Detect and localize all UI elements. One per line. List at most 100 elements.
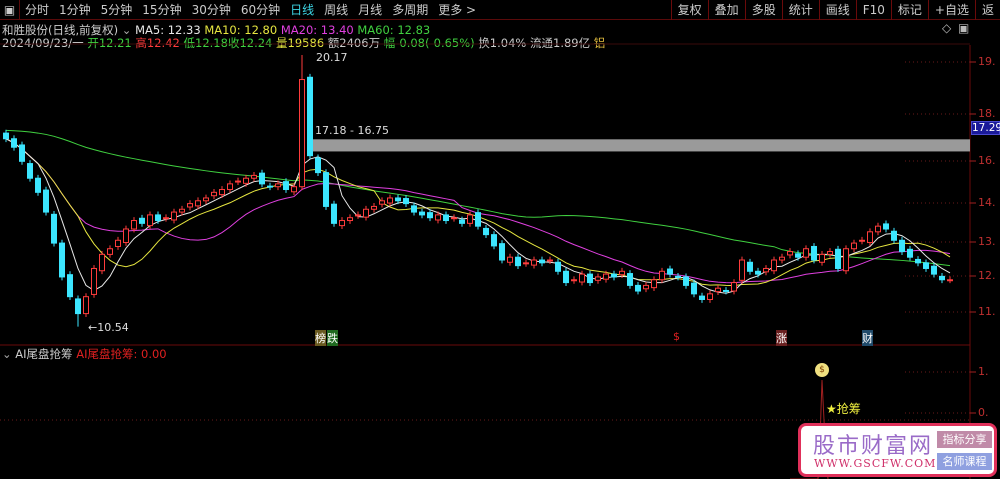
indicator-value: AI尾盘抢筹: 0.00 — [76, 347, 167, 361]
candle-body — [859, 239, 865, 242]
candle-body — [547, 259, 553, 262]
candle-body — [659, 270, 665, 281]
candle-body — [275, 183, 281, 188]
candle-body — [179, 208, 185, 213]
candle-body — [931, 265, 937, 275]
watermark-tag: 名师课程 — [937, 453, 992, 470]
candle-body — [635, 284, 641, 292]
candle-body — [43, 189, 49, 213]
candle-body — [347, 217, 353, 222]
candle-body — [763, 267, 769, 273]
candle-body — [811, 245, 817, 261]
candle-body — [947, 279, 953, 282]
candle-body — [899, 239, 905, 253]
candle-body — [499, 243, 505, 261]
candle-body — [219, 189, 225, 196]
candle-body — [867, 231, 873, 244]
candle-body — [715, 287, 721, 293]
candle-body — [83, 296, 89, 315]
candle-body — [339, 220, 345, 227]
dropdown-icon[interactable]: ⌄ — [2, 347, 12, 361]
candle-body — [835, 248, 841, 269]
candle-body — [307, 76, 313, 157]
axis-label: 14. — [978, 196, 996, 209]
indicator-header: ⌄ AI尾盘抢筹 AI尾盘抢筹: 0.00 — [2, 346, 167, 362]
candle-body — [483, 227, 489, 236]
candle-body — [475, 212, 481, 227]
candle-body — [419, 211, 425, 216]
candle-body — [195, 200, 201, 207]
candle-body — [467, 214, 473, 224]
candle-body — [115, 239, 121, 247]
candle-body — [827, 251, 833, 255]
candle-body — [291, 186, 297, 193]
candle-body — [643, 284, 649, 290]
candle-body — [451, 217, 457, 220]
candle-body — [171, 211, 177, 221]
candle-body — [555, 261, 561, 272]
candle-body — [371, 205, 377, 210]
candle-body — [595, 276, 601, 281]
candle-body — [11, 138, 17, 148]
candle-body — [667, 268, 673, 275]
candle-body — [563, 270, 569, 284]
candle-body — [299, 79, 305, 188]
candle-body — [139, 217, 145, 224]
candle-body — [403, 198, 409, 205]
candle-body — [507, 256, 513, 263]
candle-body — [843, 248, 849, 272]
marker-dollar[interactable]: $ — [673, 330, 680, 343]
candle-body — [67, 274, 73, 298]
candle-body — [35, 177, 41, 193]
candle-body — [891, 230, 897, 241]
candle-body — [395, 197, 401, 202]
marker-die[interactable]: 跌 — [327, 330, 338, 346]
candle-body — [779, 256, 785, 261]
watermark: 股市财富网 WWW.GSCFW.COM 指标分享 名师课程 — [798, 423, 997, 477]
candle-body — [155, 214, 161, 222]
watermark-url: WWW.GSCFW.COM — [814, 457, 937, 470]
marker-cai[interactable]: 财 — [862, 330, 873, 346]
marker-zhang[interactable]: 涨 — [776, 330, 787, 346]
candle-body — [203, 197, 209, 202]
candle-body — [435, 214, 441, 221]
watermark-title: 股市财富网 — [813, 434, 934, 459]
candle-body — [683, 276, 689, 286]
candle-body — [907, 248, 913, 258]
candle-body — [267, 185, 273, 188]
candle-body — [915, 258, 921, 264]
marker-bang[interactable]: 榜 — [315, 330, 326, 346]
candle-body — [459, 219, 465, 224]
candle-body — [411, 205, 417, 213]
candle-body — [323, 172, 329, 207]
high-annotation: 20.17 — [316, 51, 348, 64]
watermark-tag: 指标分享 — [937, 431, 992, 448]
candle-body — [587, 273, 593, 284]
gap-annotation: 17.18 - 16.75 — [315, 124, 389, 137]
candle-body — [619, 270, 625, 276]
candle-body — [379, 200, 385, 205]
candle-body — [283, 181, 289, 191]
candle-body — [627, 273, 633, 286]
candle-body — [603, 273, 609, 280]
candle-body — [523, 262, 529, 265]
candle-body — [691, 282, 697, 295]
candle-body — [75, 298, 81, 315]
candle-body — [227, 183, 233, 191]
indicator-name[interactable]: AI尾盘抢筹 — [15, 347, 72, 361]
gap-band — [312, 139, 970, 152]
candle-body — [187, 203, 193, 208]
axis-label: 12. — [978, 269, 996, 282]
signal-label: ★抢筹 — [826, 402, 861, 416]
candle-body — [91, 267, 97, 295]
candle-body — [675, 275, 681, 278]
current-price-tag: 17.29 — [971, 121, 1000, 135]
axis-label: 16. — [978, 154, 996, 167]
candle-body — [331, 203, 337, 224]
low-annotation: ←10.54 — [88, 321, 129, 334]
axis-label: 13. — [978, 235, 996, 248]
money-bag-icon: $ — [815, 363, 829, 377]
candle-body — [771, 259, 777, 272]
candle-body — [923, 262, 929, 269]
candle-body — [315, 157, 321, 174]
